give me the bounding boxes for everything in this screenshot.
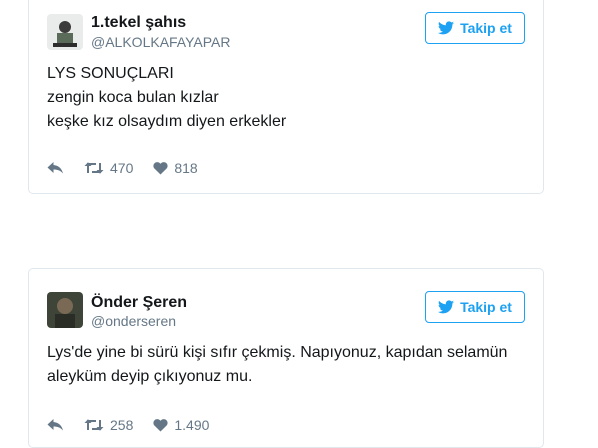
tweet-card: Önder Şeren @onderseren Takip et Lys'de … <box>28 268 544 448</box>
like-button[interactable]: 818 <box>153 160 198 176</box>
reply-icon <box>47 419 63 431</box>
tweet-text-line: zengin koca bulan kızlar <box>47 89 219 106</box>
retweet-button[interactable]: 258 <box>84 417 133 433</box>
follow-button-label: Takip et <box>460 20 512 36</box>
display-name[interactable]: Önder Şeren <box>91 294 187 312</box>
retweet-count: 258 <box>110 417 134 433</box>
twitter-bird-icon <box>438 300 455 314</box>
retweet-icon <box>84 419 104 431</box>
user-handle[interactable]: @onderseren <box>91 313 176 329</box>
retweet-icon <box>84 162 104 174</box>
heart-icon <box>153 419 168 432</box>
retweet-count: 470 <box>110 160 134 176</box>
follow-button[interactable]: Takip et <box>425 12 525 44</box>
reply-button[interactable] <box>47 418 64 432</box>
tweet-actions: 470 818 <box>47 160 218 176</box>
follow-button[interactable]: Takip et <box>425 291 525 323</box>
heart-icon <box>153 162 168 175</box>
tweet-text-line: Lys'de yine bi sürü kişi sıfır çekmiş. N… <box>47 344 508 361</box>
like-count: 818 <box>174 160 198 176</box>
display-name[interactable]: 1.tekel şahıs <box>91 14 186 32</box>
tweet-text-line: LYS SONUÇLARI <box>47 65 174 82</box>
follow-button-label: Takip et <box>460 299 512 315</box>
tweet-text-line: keşke kız olsaydım diyen erkekler <box>47 113 287 130</box>
retweet-button[interactable]: 470 <box>84 160 133 176</box>
like-button[interactable]: 1.490 <box>153 417 209 433</box>
avatar[interactable] <box>47 14 83 50</box>
like-count: 1.490 <box>174 417 210 433</box>
tweet-text: Lys'de yine bi sürü kişi sıfır çekmiş. N… <box>47 341 525 389</box>
twitter-bird-icon <box>438 21 455 35</box>
avatar[interactable] <box>47 292 83 328</box>
tweet-actions: 258 1.490 <box>47 417 229 433</box>
tweet-card: 1.tekel şahıs @ALKOLKAFAYAPAR Takip et L… <box>28 0 544 194</box>
tweet-text-line: aleyküm deyip çıkıyonuz mu. <box>47 368 253 385</box>
tweet-text: LYS SONUÇLARI zengin koca bulan kızlar k… <box>47 62 525 134</box>
reply-button[interactable] <box>47 161 64 175</box>
reply-icon <box>47 162 63 174</box>
user-handle[interactable]: @ALKOLKAFAYAPAR <box>91 34 231 50</box>
